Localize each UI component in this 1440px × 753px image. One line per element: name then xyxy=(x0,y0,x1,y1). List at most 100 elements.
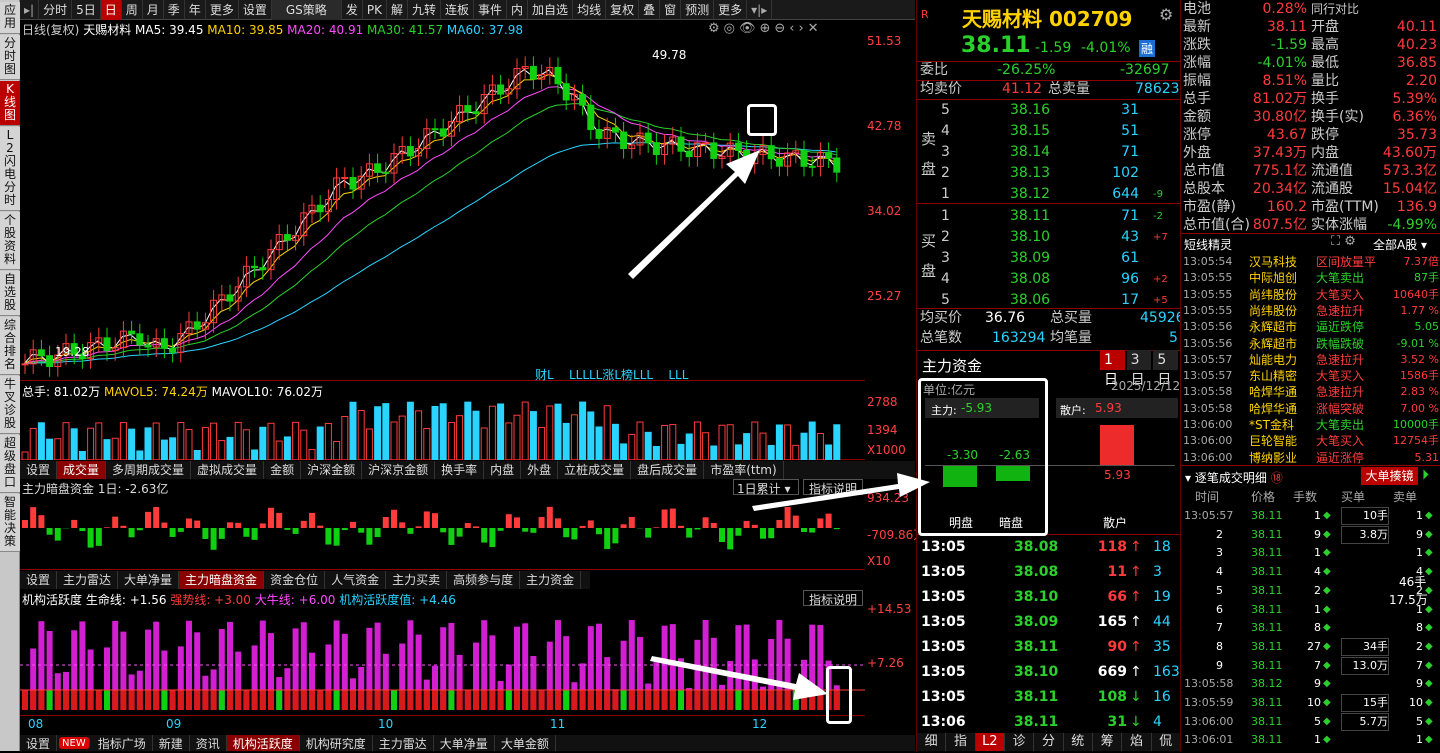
sidebar-tab-4[interactable]: 个股资料 xyxy=(0,212,20,270)
big-order-button[interactable]: 大单揍镜 xyxy=(1361,467,1418,485)
elf-name-5[interactable]: 永辉超市 xyxy=(1249,336,1297,352)
tab-voltabs-7[interactable]: 换手率 xyxy=(435,461,484,479)
panel-tab-2[interactable]: L2 xyxy=(976,733,1005,751)
toolbar-16[interactable]: 内 xyxy=(507,0,528,20)
inst-pane[interactable] xyxy=(20,590,865,716)
settings-gear-icon[interactable]: ⚙ xyxy=(1159,5,1173,24)
toolbar-22[interactable]: 预测 xyxy=(681,0,714,20)
elf-name-7[interactable]: 东山精密 xyxy=(1249,368,1297,384)
sidebar-tab-0[interactable]: 应用 xyxy=(0,2,20,34)
sidebar-tab-6[interactable]: 综合排名 xyxy=(0,317,20,375)
panel-tab-5[interactable]: 统 xyxy=(1064,733,1093,751)
tab-fundtabs-1[interactable]: 主力雷达 xyxy=(57,571,118,589)
panel-tab-8[interactable]: 侃 xyxy=(1152,733,1181,751)
elf-name-1[interactable]: 中际旭创 xyxy=(1249,270,1297,286)
panel-tab-6[interactable]: 筹 xyxy=(1093,733,1122,751)
toolbar-19[interactable]: 复权 xyxy=(606,0,639,20)
tab-fundtabs-3[interactable]: 主力暗盘资金 xyxy=(179,571,264,589)
panel-tab-0[interactable]: 细 xyxy=(917,733,946,751)
tab-fundtabs-7[interactable]: 高频参与度 xyxy=(447,571,520,589)
toolbar-20[interactable]: 叠 xyxy=(639,0,660,20)
elf-name-6[interactable]: 灿能电力 xyxy=(1249,352,1297,368)
toolbar-5[interactable]: 季 xyxy=(164,0,185,20)
toolbar-arrow-icon[interactable]: ▸| xyxy=(20,0,39,20)
toolbar-23[interactable]: 更多 xyxy=(714,0,747,20)
tab-bottabs-1[interactable]: NEW xyxy=(59,737,90,749)
toolbar-14[interactable]: 连板 xyxy=(441,0,474,20)
sidebar-tab-9[interactable]: 智能决策 xyxy=(0,494,20,552)
tab-voltabs-5[interactable]: 沪深金额 xyxy=(301,461,362,479)
toolbar-11[interactable]: PK xyxy=(363,0,387,20)
tab-voltabs-10[interactable]: 立桩成交量 xyxy=(558,461,631,479)
volume-pane[interactable] xyxy=(20,382,865,460)
tab-fundtabs-5[interactable]: 人气资金 xyxy=(325,571,386,589)
elf-name-11[interactable]: 巨轮智能 xyxy=(1249,433,1297,449)
tab-fundtabs-2[interactable]: 大单净量 xyxy=(118,571,179,589)
tab-voltabs-2[interactable]: 多周期成交量 xyxy=(106,461,191,479)
tab-bottabs-0[interactable]: 设置 xyxy=(20,735,57,751)
tab-voltabs-6[interactable]: 沪深京金额 xyxy=(362,461,435,479)
sidebar-tab-3[interactable]: L2闪电分时 xyxy=(0,127,20,211)
elf-name-8[interactable]: 哈焊华通 xyxy=(1249,384,1297,400)
tab-fundtabs-4[interactable]: 资金仓位 xyxy=(264,571,325,589)
tab-voltabs-4[interactable]: 金额 xyxy=(264,461,301,479)
tab-voltabs-1[interactable]: 成交量 xyxy=(57,461,106,479)
toolbar-more-arrow-icon[interactable]: ▾|▸ xyxy=(747,0,772,20)
panel-tab-4[interactable]: 分 xyxy=(1034,733,1063,751)
tab-voltabs-0[interactable]: 设置 xyxy=(20,461,57,479)
tab-fundtabs-0[interactable]: 设置 xyxy=(20,571,57,589)
toolbar-1[interactable]: 5日 xyxy=(72,0,101,20)
fund-period-tab-1[interactable]: 3日 xyxy=(1127,350,1152,370)
toolbar-17[interactable]: 加自选 xyxy=(528,0,573,20)
panel-tab-3[interactable]: 诊 xyxy=(1005,733,1034,751)
tab-voltabs-3[interactable]: 虚拟成交量 xyxy=(191,461,264,479)
toolbar-13[interactable]: 九转 xyxy=(408,0,441,20)
elf-name-9[interactable]: 哈焊华通 xyxy=(1249,401,1297,417)
tab-bottabs-3[interactable]: 新建 xyxy=(153,735,190,751)
sidebar-tab-5[interactable]: 自选股 xyxy=(0,271,20,316)
toolbar-15[interactable]: 事件 xyxy=(474,0,507,20)
event-markers[interactable]: 财L LLLLL涨L榜LLL LLL xyxy=(535,366,688,383)
toolbar-6[interactable]: 年 xyxy=(185,0,206,20)
toolbar-18[interactable]: 均线 xyxy=(573,0,606,20)
fund-period-tab-0[interactable]: 1日 xyxy=(1100,350,1125,370)
elf-name-3[interactable]: 尚纬股份 xyxy=(1249,303,1297,319)
tab-fundtabs-6[interactable]: 主力买卖 xyxy=(386,571,447,589)
fund-period-tab-2[interactable]: 5日 xyxy=(1153,350,1178,370)
toolbar-21[interactable]: 窗 xyxy=(660,0,681,20)
panel-tab-1[interactable]: 指 xyxy=(946,733,975,751)
sidebar-tab-8[interactable]: 超级盘口 xyxy=(0,435,20,493)
tab-voltabs-12[interactable]: 市盈率(ttm) xyxy=(704,461,783,479)
sidebar-tab-2[interactable]: K线图 xyxy=(0,81,20,126)
tab-bottabs-5[interactable]: 机构活跃度 xyxy=(227,735,300,751)
kline-pane[interactable] xyxy=(20,38,865,381)
toolbar-8[interactable]: 设置 xyxy=(239,0,272,20)
toolbar-2[interactable]: 日 xyxy=(101,0,122,20)
toolbar-10[interactable]: 发 xyxy=(342,0,363,20)
tab-bottabs-6[interactable]: 机构研究度 xyxy=(300,735,373,751)
sidebar-tab-7[interactable]: 牛叉诊股 xyxy=(0,376,20,434)
toolbar-4[interactable]: 月 xyxy=(143,0,164,20)
tab-voltabs-8[interactable]: 内盘 xyxy=(484,461,521,479)
elf-name-4[interactable]: 永辉超市 xyxy=(1249,319,1297,335)
tab-bottabs-8[interactable]: 大单净量 xyxy=(434,735,495,751)
tab-voltabs-11[interactable]: 盘后成交量 xyxy=(631,461,704,479)
elf-name-10[interactable]: *ST金科 xyxy=(1249,417,1294,433)
elf-filter[interactable]: 全部A股 ▾ xyxy=(1373,236,1427,253)
toolbar-9[interactable]: GS策略 xyxy=(272,0,342,20)
toolbar-12[interactable]: 解 xyxy=(387,0,408,20)
tab-bottabs-7[interactable]: 主力雷达 xyxy=(373,735,434,751)
sidebar-tab-1[interactable]: 分时图 xyxy=(0,35,20,80)
tab-voltabs-9[interactable]: 外盘 xyxy=(521,461,558,479)
toolbar-0[interactable]: 分时 xyxy=(39,0,72,20)
tab-bottabs-9[interactable]: 大单金额 xyxy=(495,735,556,751)
tab-bottabs-2[interactable]: 指标广场 xyxy=(92,735,153,751)
elf-tool-icons[interactable]: ⛶ ⚙ xyxy=(1331,234,1356,249)
elf-name-2[interactable]: 尚纬股份 xyxy=(1249,287,1297,303)
fund-pane[interactable] xyxy=(20,480,865,570)
tab-fundtabs-8[interactable]: 主力资金 xyxy=(520,571,581,589)
elf-name-12[interactable]: 博纳影业 xyxy=(1249,450,1297,466)
play-icon[interactable]: ⏵ xyxy=(1422,467,1429,483)
kline-tool-icons[interactable]: ⚙◎👁⊕⊖‹›✕ xyxy=(708,21,823,36)
panel-tab-7[interactable]: 焰 xyxy=(1122,733,1151,751)
